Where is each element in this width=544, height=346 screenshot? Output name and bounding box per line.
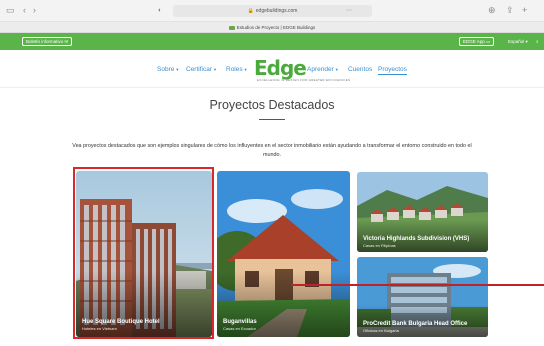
language-selector[interactable]: Español ▾ (508, 37, 528, 46)
project-subtitle: Casas en Ecuador (223, 326, 256, 331)
main-nav: Sobre▼ Certificar▼ Roles▼ Edge EXCELLENC… (0, 50, 544, 88)
logo-tagline: EXCELLENCE IN DESIGN FOR GREATER EFFICIE… (257, 78, 351, 82)
nav-item-label: Certificar (186, 66, 213, 73)
project-subtitle: Oficinas en Bulgaria (363, 328, 399, 333)
chevron-down-icon: ▾ (525, 39, 528, 44)
card-caption: ProCredit Bank Bulgaria Head Office Ofic… (363, 321, 484, 334)
nav-item-label: Proyectos (378, 66, 407, 73)
card-caption: Victoria Highlands Subdivision (VHS) Cas… (363, 236, 484, 249)
chevron-down-icon: ▼ (334, 67, 339, 72)
back-icon[interactable]: ‹ (23, 5, 26, 16)
nav-item-label: Aprender (307, 66, 334, 73)
chevron-down-icon: ▼ (175, 67, 180, 72)
edge-logo[interactable]: Edge (254, 57, 307, 79)
edge-app-button[interactable]: EDGE App ▭ (459, 37, 495, 46)
privacy-icon[interactable]: ◐ (158, 5, 162, 16)
address-bar[interactable]: 🔒 edgebuildings.com (173, 5, 372, 17)
mail-icon: ✉ (64, 39, 69, 44)
chevron-down-icon: ▼ (213, 67, 217, 72)
project-card-procredit-bank[interactable]: ProCredit Bank Bulgaria Head Office Ofic… (357, 257, 488, 337)
highlight-annotation-box (73, 167, 214, 339)
nav-item-certificar[interactable]: Certificar▼ (186, 66, 217, 74)
nav-item-sobre[interactable]: Sobre▼ (157, 66, 179, 74)
sidebar-toggle-icon[interactable]: ▭ (6, 5, 15, 16)
nav-item-label: Sobre (157, 66, 175, 73)
browser-toolbar: ▭ ‹ › ◐ 🔒 edgebuildings.com ⋯ ⊕ ⇪ + (0, 0, 544, 22)
project-name: Victoria Highlands Subdivision (VHS) (363, 236, 470, 242)
url-text: edgebuildings.com (255, 8, 298, 14)
project-subtitle: Casas en Filipinas (363, 243, 396, 248)
project-card-victoria-highlands[interactable]: Victoria Highlands Subdivision (VHS) Cas… (357, 172, 488, 252)
site-settings-icon[interactable]: ⋯ (346, 5, 352, 17)
forward-icon[interactable]: › (33, 5, 36, 16)
site-top-bar: Boletín informativo ✉ EDGE App ▭ Español… (0, 33, 544, 50)
new-tab-icon[interactable]: + (522, 5, 527, 16)
newsletter-label: Boletín informativo (26, 39, 64, 44)
download-icon[interactable]: ⊕ (488, 5, 496, 16)
title-divider (259, 119, 285, 120)
project-card-buganvillas[interactable]: Buganvillas Casas en Ecuador (217, 171, 350, 337)
project-name: Buganvillas (223, 319, 257, 325)
page-title: Proyectos Destacados (209, 98, 335, 112)
annotation-pointer-line (291, 284, 544, 286)
nav-item-cuentos[interactable]: Cuentos (348, 66, 372, 74)
share-icon[interactable]: ⇪ (506, 5, 514, 16)
nav-item-label: Roles (226, 66, 243, 73)
tab-favicon-icon (228, 25, 235, 30)
tab-bar: Estudios de Proyecto | EDGE Buildings (0, 22, 544, 33)
chevron-down-icon: ▼ (243, 67, 248, 72)
project-name: ProCredit Bank Bulgaria Head Office (363, 321, 468, 327)
search-icon[interactable]: ⌕ (536, 37, 539, 46)
edge-app-label: EDGE App (463, 39, 485, 44)
nav-item-aprender[interactable]: Aprender▼ (307, 66, 339, 74)
nav-item-label: Cuentos (348, 66, 373, 73)
nav-item-roles[interactable]: Roles▼ (226, 66, 248, 74)
intro-paragraph: Vea proyectos destacados que son ejemplo… (72, 143, 472, 158)
card-caption: Buganvillas Casas en Ecuador (223, 319, 346, 332)
lock-icon: 🔒 (247, 8, 254, 14)
tab-title[interactable]: Estudios de Proyecto | EDGE Buildings (237, 25, 315, 30)
external-link-icon: ▭ (486, 39, 491, 44)
language-label: Español (508, 39, 525, 44)
newsletter-button[interactable]: Boletín informativo ✉ (22, 37, 73, 46)
nav-item-proyectos[interactable]: Proyectos (378, 66, 407, 75)
